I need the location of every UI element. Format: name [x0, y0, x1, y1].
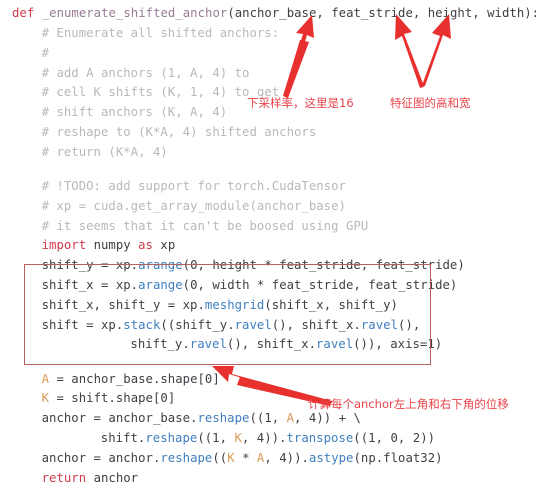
code-token: A [286, 411, 295, 426]
shift-block-highlight-box [24, 264, 431, 365]
code-line: shift.reshape((1, K, 4)).transpose((1, 0… [101, 432, 435, 445]
code-token: (( [212, 450, 228, 465]
code-token: )) + \ [316, 411, 361, 426]
code-token: (anchor_base, feat_stride, height, width… [227, 6, 536, 21]
code-token: as [138, 238, 153, 253]
code-token: # reshape to (K*A, 4) shifted anchors [41, 125, 317, 139]
code-token: _enumerate_shifted_anchor [41, 6, 228, 21]
code-token: import [41, 238, 87, 253]
code-token: # !TODO: add support for torch.CudaTenso… [41, 179, 346, 193]
code-token: reshape [145, 431, 198, 445]
code-token: anchor [86, 470, 139, 485]
code-token: 0 [390, 431, 398, 445]
code-token: = anchor_base.shape[ [49, 371, 205, 386]
code-token: A [41, 371, 50, 386]
code-line: # [41, 45, 50, 60]
code-token: , [264, 450, 280, 465]
code-token: anchor = anchor. [41, 450, 161, 465]
code-token: ] [167, 391, 176, 406]
code-token: (( [353, 431, 369, 445]
code-token: (np.float32) [353, 450, 443, 465]
code-line: import numpy as xp [42, 239, 176, 252]
code-token: = shift.shape[ [49, 391, 161, 406]
code-token: , [397, 431, 413, 445]
code-token: def [12, 6, 35, 21]
code-token: # [41, 45, 50, 60]
code-token: 4 [279, 450, 287, 465]
code-line: # reshape to (K*A, 4) shifted anchors [42, 126, 317, 139]
code-line: # return (K*A, 4) [41, 144, 168, 159]
code-token: , [219, 431, 235, 445]
code-token: 1 [212, 431, 220, 445]
code-line: # !TODO: add support for torch.CudaTenso… [42, 180, 346, 193]
code-line: # shift anchors (K, A, 4) [42, 106, 228, 119]
code-line: K = shift.shape[0] [42, 392, 176, 405]
code-token: transpose [286, 431, 354, 445]
code-line: # xp = cuda.get_array_module(anchor_base… [41, 198, 346, 213]
code-token: )). [286, 450, 309, 465]
code-token: ) [434, 337, 443, 352]
code-token: * [234, 450, 257, 465]
code-line: def _enumerate_shifted_anchor(anchor_bas… [12, 7, 536, 20]
annotation-feat-stride: 下采样率，这里是16 [247, 96, 354, 110]
code-token: , [375, 431, 391, 445]
code-token: , [241, 431, 257, 445]
code-token: xp [152, 238, 176, 253]
code-token: K [227, 450, 235, 465]
code-token: reshape [197, 411, 250, 426]
code-token: shift. [100, 431, 146, 445]
code-line: # it seems that it can't be boosed using… [41, 218, 369, 233]
code-line: # add A anchors (1, A, 4) to [41, 65, 250, 80]
code-token: # return (K*A, 4) [41, 144, 168, 159]
code-line: anchor = anchor_base.reshape((1, A, 4)) … [42, 412, 361, 425]
annotation-height-width: 特征图的高和宽 [390, 96, 471, 110]
code-token: reshape [160, 450, 213, 465]
code-token: 1 [368, 431, 376, 445]
code-token: astype [308, 450, 354, 465]
code-token: # shift anchors (K, A, 4) [41, 105, 228, 120]
code-token: K [41, 391, 50, 406]
code-token: # cell K shifts (K, 1, 4) to get [41, 85, 280, 100]
code-token: , [271, 411, 287, 426]
code-token: # add A anchors (1, A, 4) to [41, 65, 250, 80]
code-token: ] [212, 371, 220, 386]
code-token: # it seems that it can't be boosed using… [41, 218, 369, 233]
code-token: )) [420, 431, 436, 445]
code-line: anchor = anchor.reshape((K * A, 4)).asty… [41, 450, 443, 465]
code-token: # Enumerate all shifted anchors: [41, 26, 280, 40]
code-token: anchor = anchor_base. [41, 411, 198, 426]
code-line: return anchor [41, 470, 139, 485]
code-token: 1 [264, 411, 272, 426]
code-token: , [294, 411, 309, 426]
code-token: )). [264, 431, 287, 445]
code-token: 0 [160, 391, 168, 406]
code-token: (( [197, 431, 213, 445]
code-token: # xp = cuda.get_array_module(anchor_base… [41, 198, 346, 213]
code-line: # Enumerate all shifted anchors: [42, 27, 280, 40]
code-screenshot: def _enumerate_shifted_anchor(anchor_bas… [0, 0, 536, 503]
code-token: return [41, 470, 87, 485]
code-line: # cell K shifts (K, 1, 4) to get [42, 86, 280, 99]
code-token: K [234, 431, 242, 445]
annotation-shift-block: 计算每个anchor左上角和右下角的位移 [308, 397, 509, 411]
code-token: (( [249, 411, 265, 426]
source-code-block: def _enumerate_shifted_anchor(anchor_bas… [0, 0, 536, 503]
code-token: numpy [86, 238, 139, 253]
code-line: A = anchor_base.shape[0] [41, 371, 220, 386]
